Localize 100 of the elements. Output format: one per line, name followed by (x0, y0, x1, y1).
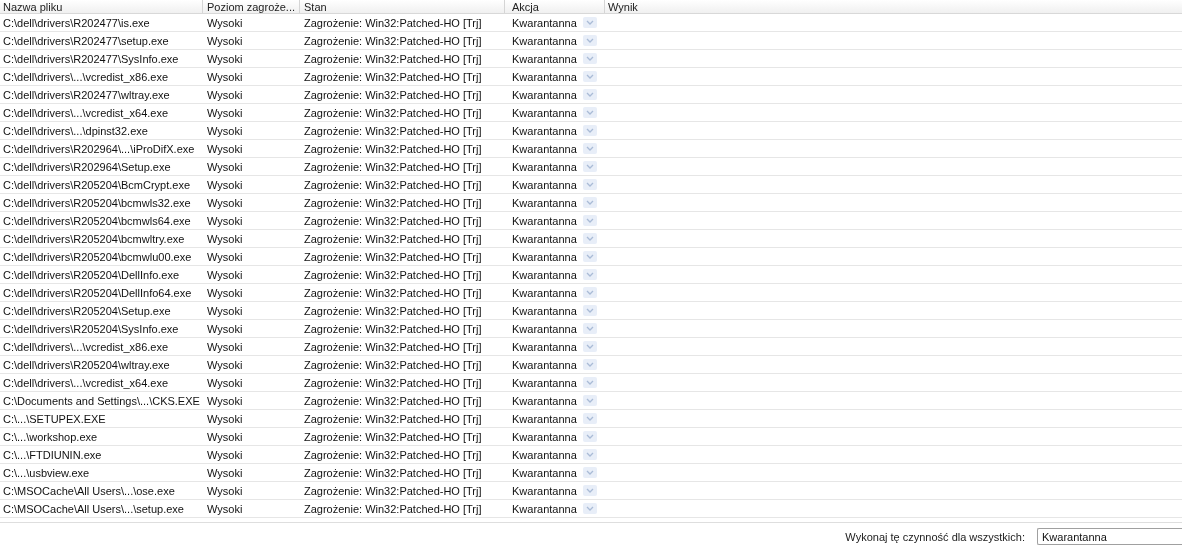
chevron-down-icon[interactable] (582, 323, 597, 334)
column-header[interactable]: Stan (300, 0, 505, 13)
table-cell-text: Zagrożenie: Win32:Patched-HO [Trj] (303, 429, 483, 445)
action-dropdown[interactable]: Kwarantanna (512, 88, 597, 101)
chevron-down-icon[interactable] (582, 449, 597, 460)
action-dropdown[interactable]: Kwarantanna (512, 70, 597, 83)
table-cell-text: C:\dell\drivers\R202477\setup.exe (2, 33, 170, 49)
action-dropdown[interactable]: Kwarantanna (512, 448, 597, 461)
table-cell-text: Wysoki (206, 357, 244, 373)
table-cell-text: Wysoki (206, 465, 244, 481)
table-cell-text: Wysoki (206, 501, 244, 517)
table-cell-text: Wysoki (206, 483, 244, 499)
action-dropdown[interactable]: Kwarantanna (512, 376, 597, 389)
chevron-down-icon[interactable] (582, 161, 597, 172)
table-cell-text: Zagrożenie: Win32:Patched-HO [Trj] (303, 195, 483, 211)
action-dropdown[interactable]: Kwarantanna (512, 484, 597, 497)
table-cell-text: Zagrożenie: Win32:Patched-HO [Trj] (303, 159, 483, 175)
table-cell-text: Wysoki (206, 447, 244, 463)
action-dropdown[interactable]: Kwarantanna (512, 412, 597, 425)
action-dropdown[interactable]: Kwarantanna (512, 52, 597, 65)
column-header[interactable]: Akcja (505, 0, 605, 13)
chevron-down-icon[interactable] (582, 467, 597, 478)
action-dropdown[interactable]: Kwarantanna (512, 34, 597, 47)
table-cell-text: Zagrożenie: Win32:Patched-HO [Trj] (303, 465, 483, 481)
chevron-down-icon[interactable] (582, 143, 597, 154)
chevron-down-icon[interactable] (582, 89, 597, 100)
table-cell-text: Wysoki (206, 213, 244, 229)
action-dropdown[interactable]: Kwarantanna (512, 466, 597, 479)
chevron-down-icon[interactable] (582, 341, 597, 352)
chevron-down-icon[interactable] (582, 71, 597, 82)
table-cell-text: C:\dell\drivers\R205204\DellInfo64.exe (2, 285, 193, 301)
action-dropdown[interactable]: Kwarantanna (512, 106, 597, 119)
action-dropdown[interactable]: Kwarantanna (512, 16, 597, 29)
chevron-down-icon[interactable] (582, 125, 597, 136)
chevron-down-icon[interactable] (582, 485, 597, 496)
chevron-down-icon[interactable] (582, 413, 597, 424)
table-cell-text: C:\dell\drivers\...\vcredist_x64.exe (2, 375, 170, 391)
table-cell-text: Zagrożenie: Win32:Patched-HO [Trj] (303, 105, 483, 121)
table-cell-text: Zagrożenie: Win32:Patched-HO [Trj] (303, 285, 483, 301)
table-cell-text: Zagrożenie: Win32:Patched-HO [Trj] (303, 357, 483, 373)
table-cell-text: Wysoki (206, 15, 244, 31)
chevron-down-icon[interactable] (582, 503, 597, 514)
action-dropdown[interactable]: Kwarantanna (512, 178, 597, 191)
table-cell-text: C:\dell\drivers\R205204\DellInfo.exe (2, 267, 181, 283)
chevron-down-icon[interactable] (582, 17, 597, 28)
column-header[interactable]: Wynik (605, 0, 1182, 13)
table-cell-text: C:\dell\drivers\R202477\SysInfo.exe (2, 51, 180, 67)
chevron-down-icon[interactable] (582, 53, 597, 64)
table-cell-text: Wysoki (206, 411, 244, 427)
table-cell-text: C:\dell\drivers\...\vcredist_x86.exe (2, 69, 170, 85)
action-dropdown[interactable]: Kwarantanna (512, 214, 597, 227)
action-dropdown[interactable]: Kwarantanna (512, 124, 597, 137)
chevron-down-icon[interactable] (582, 305, 597, 316)
table-cell-text: C:\...\workshop.exe (2, 429, 99, 445)
chevron-down-icon[interactable] (582, 233, 597, 244)
chevron-down-icon[interactable] (582, 269, 597, 280)
column-header[interactable]: Poziom zagroże... (203, 0, 300, 13)
action-field[interactable]: Kwarantanna (1037, 528, 1182, 545)
action-dropdown[interactable]: Kwarantanna (512, 250, 597, 263)
table-cell-text: Zagrożenie: Win32:Patched-HO [Trj] (303, 177, 483, 193)
chevron-down-icon[interactable] (582, 35, 597, 46)
chevron-down-icon[interactable] (582, 215, 597, 226)
table-cell-text: Zagrożenie: Win32:Patched-HO [Trj] (303, 249, 483, 265)
chevron-down-icon[interactable] (582, 179, 597, 190)
chevron-down-icon[interactable] (582, 359, 597, 370)
chevron-down-icon[interactable] (582, 197, 597, 208)
action-dropdown[interactable]: Kwarantanna (512, 286, 597, 299)
table-cell-text: Wysoki (206, 51, 244, 67)
action-dropdown[interactable]: Kwarantanna (512, 142, 597, 155)
table-cell-text: C:\dell\drivers\R205204\bcmwltry.exe (2, 231, 186, 247)
action-dropdown[interactable]: Kwarantanna (512, 268, 597, 281)
table-cell-text: Zagrożenie: Win32:Patched-HO [Trj] (303, 33, 483, 49)
table-cell-text: C:\dell\drivers\R205204\bcmwlu00.exe (2, 249, 193, 265)
table-cell-text: Wysoki (206, 177, 244, 193)
table-cell-text: Wysoki (206, 267, 244, 283)
action-dropdown[interactable]: Kwarantanna (512, 430, 597, 443)
table-cell-text: Zagrożenie: Win32:Patched-HO [Trj] (303, 501, 483, 517)
column-header[interactable]: Nazwa pliku (0, 0, 203, 13)
action-dropdown[interactable]: Kwarantanna (512, 394, 597, 407)
table-cell-text: Zagrożenie: Win32:Patched-HO [Trj] (303, 15, 483, 31)
table-cell-text: C:\dell\drivers\R202964\Setup.exe (2, 159, 172, 175)
chevron-down-icon[interactable] (582, 395, 597, 406)
table-cell-text: Zagrożenie: Win32:Patched-HO [Trj] (303, 411, 483, 427)
chevron-down-icon[interactable] (582, 251, 597, 262)
action-dropdown[interactable]: Kwarantanna (512, 322, 597, 335)
action-dropdown[interactable]: Kwarantanna (512, 502, 597, 515)
table-cell-text: Wysoki (206, 123, 244, 139)
action-dropdown[interactable]: Kwarantanna (512, 196, 597, 209)
chevron-down-icon[interactable] (582, 287, 597, 298)
table-cell-text: Zagrożenie: Win32:Patched-HO [Trj] (303, 267, 483, 283)
action-dropdown[interactable]: Kwarantanna (512, 232, 597, 245)
action-dropdown[interactable]: Kwarantanna (512, 304, 597, 317)
table-cell-text: Wysoki (206, 159, 244, 175)
chevron-down-icon[interactable] (582, 377, 597, 388)
table-cell-text: Wysoki (206, 33, 244, 49)
action-dropdown[interactable]: Kwarantanna (512, 340, 597, 353)
action-dropdown[interactable]: Kwarantanna (512, 160, 597, 173)
chevron-down-icon[interactable] (582, 431, 597, 442)
chevron-down-icon[interactable] (582, 107, 597, 118)
action-dropdown[interactable]: Kwarantanna (512, 358, 597, 371)
